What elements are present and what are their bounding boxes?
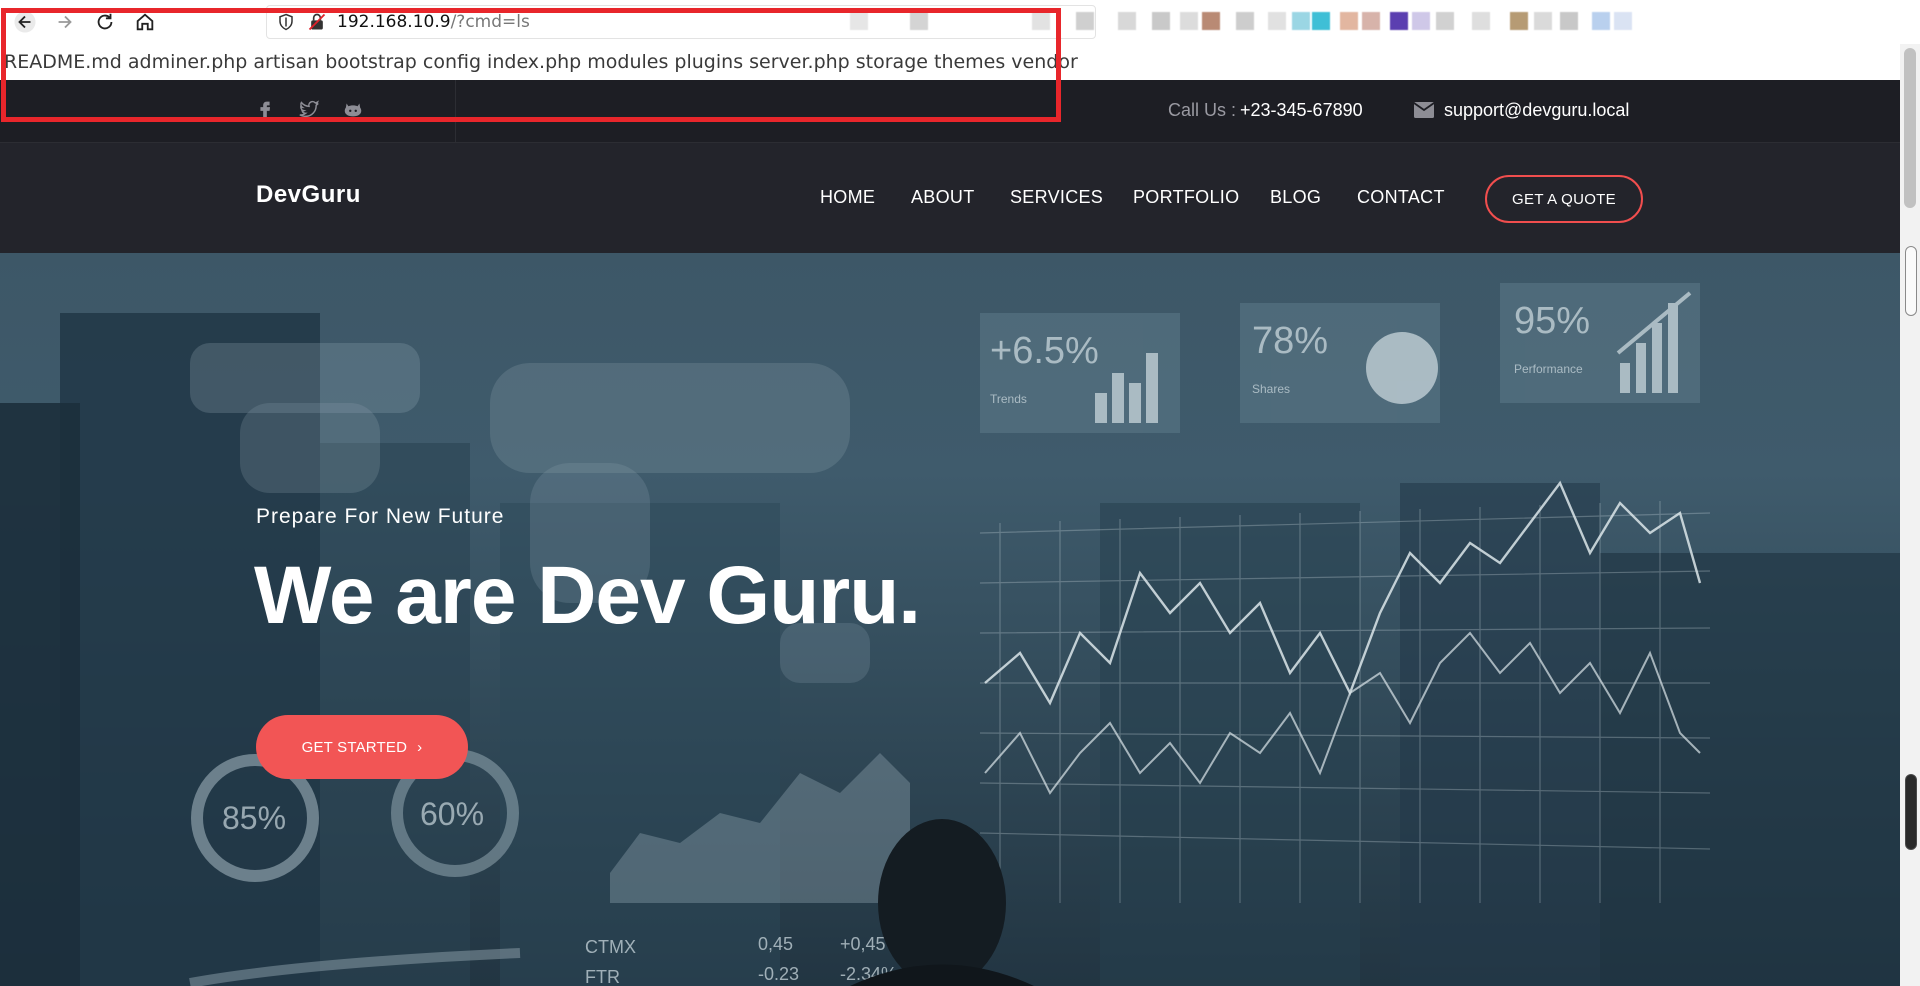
reload-icon	[97, 13, 113, 30]
bg-shares-label: Shares	[1252, 382, 1290, 396]
get-started-label: GET STARTED	[301, 738, 408, 756]
bg-performance-value: 95%	[1514, 300, 1590, 342]
call-number[interactable]: +23-345-67890	[1240, 100, 1363, 121]
hero-title: We are Dev Guru.	[254, 550, 921, 641]
home-button[interactable]	[128, 6, 162, 38]
shield-icon	[279, 13, 293, 31]
get-a-quote-button[interactable]: GET A QUOTE	[1485, 175, 1643, 223]
nav-item-portfolio[interactable]: PORTFOLIO	[1133, 187, 1239, 208]
hero-section: +6.5% Trends 78% Shares 95% Performance …	[0, 253, 1900, 986]
address-bar[interactable]: 192.168.10.9/?cmd=ls	[266, 5, 1096, 39]
github-icon	[344, 103, 362, 117]
back-arrow-icon	[14, 11, 36, 33]
blurred-toolbar-icons	[850, 12, 1860, 32]
nav-item-about[interactable]: ABOUT	[911, 187, 975, 208]
back-button[interactable]	[8, 6, 42, 38]
home-icon	[136, 13, 154, 31]
insecure-lock-icon[interactable]	[307, 12, 327, 32]
side-widget-lower[interactable]	[1905, 774, 1917, 850]
chevron-right-icon: ›	[417, 738, 423, 756]
scrollbar-thumb[interactable]	[1904, 48, 1916, 208]
github-link[interactable]	[340, 96, 366, 122]
site-topbar: Call Us : +23-345-67890 support@devguru.…	[0, 80, 1900, 143]
bg-ticker2-value: -0.23	[758, 964, 799, 984]
get-started-button[interactable]: GET STARTED ›	[256, 715, 468, 779]
url-path: /?cmd=ls	[450, 12, 530, 32]
bg-shares-value: 78%	[1252, 320, 1328, 362]
main-navigation: DevGuru HOME ABOUT SERVICES PORTFOLIO BL…	[0, 143, 1900, 253]
call-label: Call Us :	[1168, 100, 1237, 120]
bg-ticker2-name: FTR	[585, 967, 620, 986]
twitter-link[interactable]	[296, 96, 322, 122]
bg-ticker1-name: CTMX	[585, 937, 636, 957]
twitter-icon	[299, 100, 319, 118]
bg-gauge-2: 60%	[420, 796, 484, 832]
support-email-link[interactable]: support@devguru.local	[1444, 100, 1629, 121]
nav-item-services[interactable]: SERVICES	[1010, 187, 1103, 208]
bg-ticker1-change: +0,45	[840, 934, 886, 954]
reload-button[interactable]	[88, 6, 122, 38]
side-widget-upper[interactable]	[1905, 246, 1917, 316]
bg-trends-value: +6.5%	[990, 330, 1099, 372]
forward-button[interactable]	[48, 6, 82, 38]
envelope-icon	[1414, 102, 1434, 118]
bg-trends-label: Trends	[990, 392, 1027, 406]
site-logo[interactable]: DevGuru	[256, 181, 361, 209]
url-host: 192.168.10.9	[337, 12, 451, 32]
facebook-link[interactable]	[252, 96, 278, 122]
bg-performance-label: Performance	[1514, 362, 1583, 376]
command-output: README.md adminer.php artisan bootstrap …	[0, 44, 1900, 80]
bg-gauge-1: 85%	[222, 800, 286, 836]
hero-subtitle: Prepare For New Future	[256, 505, 505, 528]
bg-ticker1-value: 0,45	[758, 934, 793, 954]
nav-item-blog[interactable]: BLOG	[1270, 187, 1321, 208]
url-text[interactable]: 192.168.10.9/?cmd=ls	[337, 12, 530, 32]
nav-item-home[interactable]: HOME	[820, 187, 875, 208]
topbar-divider	[455, 80, 456, 143]
browser-toolbar: 192.168.10.9/?cmd=ls	[0, 0, 1920, 44]
facebook-icon	[260, 101, 271, 120]
nav-item-contact[interactable]: CONTACT	[1357, 187, 1445, 208]
forward-arrow-icon	[58, 15, 72, 29]
